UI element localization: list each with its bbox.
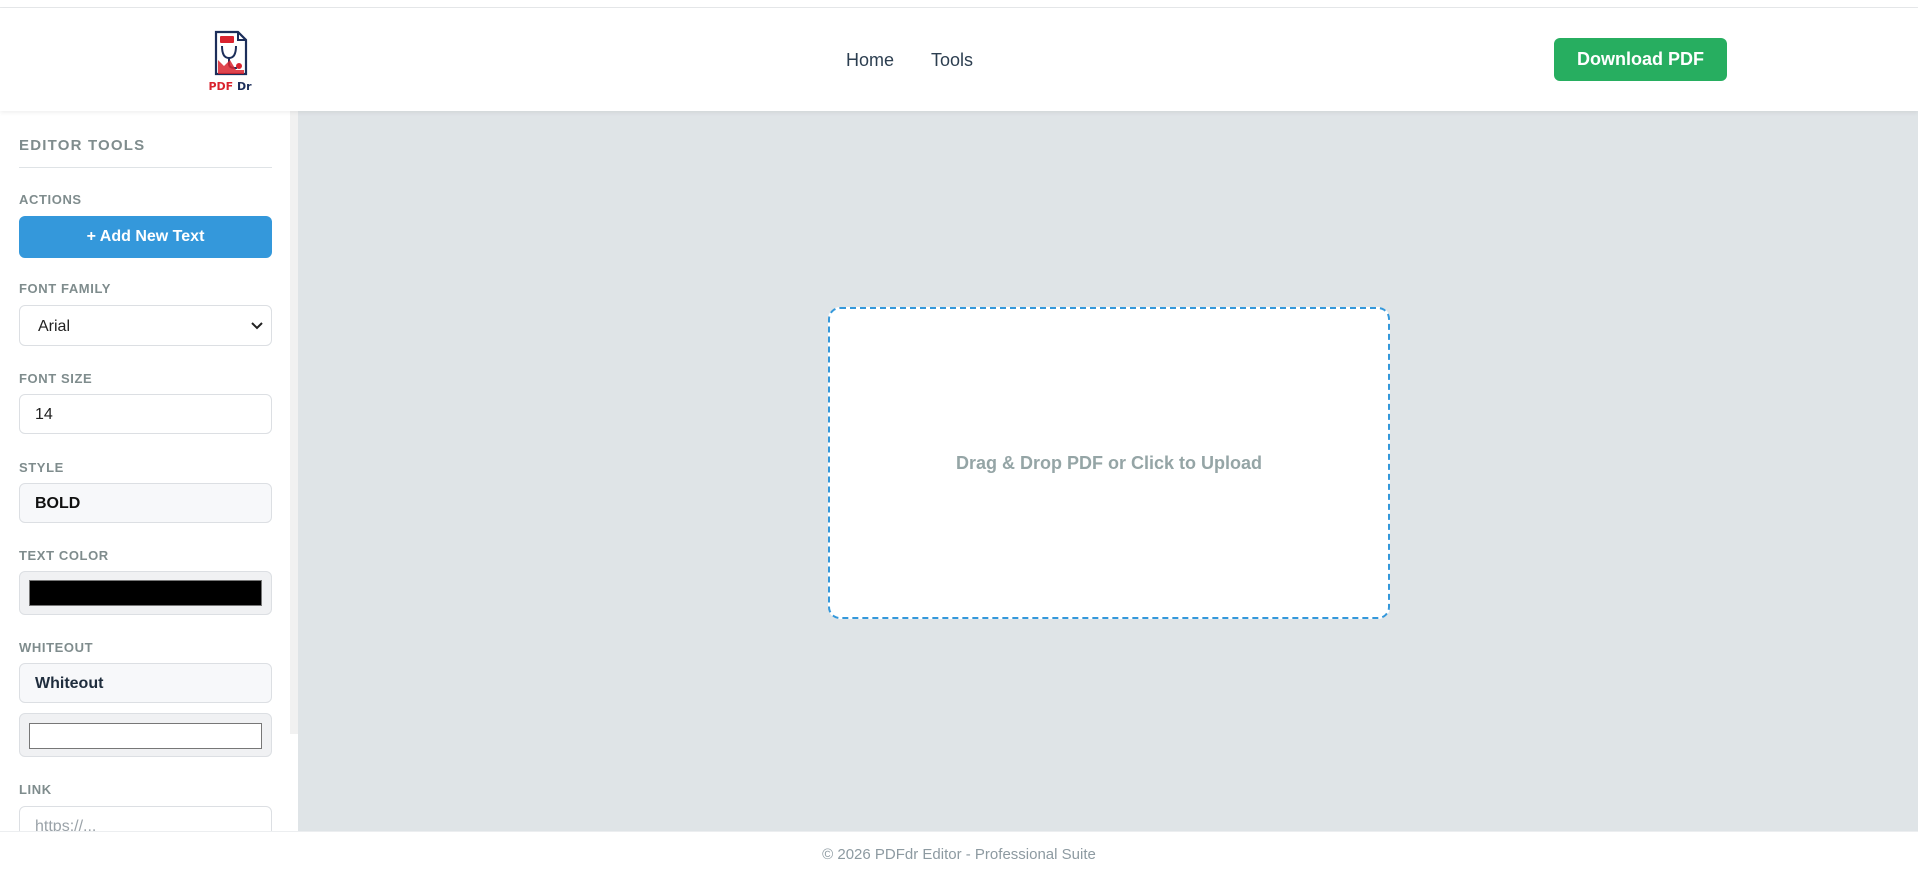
whiteout-button-text: Whiteout (35, 675, 104, 692)
pdf-upload-dropzone[interactable]: Drag & Drop PDF or Click to Upload (828, 307, 1390, 619)
page-footer: © 2026 PDFdr Editor - Professional Suite (0, 831, 1918, 876)
font-family-select[interactable]: Arial (19, 305, 272, 346)
whiteout-color-picker[interactable] (19, 713, 272, 757)
text-color-picker[interactable] (19, 571, 272, 615)
logo-wordmark: PDF Dr (208, 80, 252, 93)
actions-label: ACTIONS (19, 192, 82, 207)
sidebar-scrollbar[interactable] (290, 111, 298, 734)
footer-copyright: © 2026 PDFdr Editor - Professional Suite (822, 846, 1096, 863)
whiteout-button[interactable]: Whiteout (19, 663, 272, 703)
style-label: STYLE (19, 460, 64, 475)
logo-text-dr: Dr (237, 80, 252, 93)
sidebar-divider (19, 167, 272, 168)
pdfdr-logo[interactable]: PDF Dr (208, 30, 252, 93)
font-family-label: FONT FAMILY (19, 281, 112, 296)
font-size-value: 14 (35, 406, 53, 423)
font-size-input[interactable]: 14 (19, 394, 272, 434)
sidebar-title: EDITOR TOOLS (19, 137, 146, 154)
editor-sidebar: EDITOR TOOLS ACTIONS + Add New Text FONT… (0, 111, 290, 831)
nav-tools-link[interactable]: Tools (931, 50, 973, 71)
font-size-label: FONT SIZE (19, 371, 93, 386)
pdf-doctor-logo-icon (214, 30, 248, 76)
font-family-value: Arial (38, 318, 71, 335)
chevron-down-icon (251, 322, 263, 330)
style-bold-text: BOLD (35, 495, 81, 512)
whiteout-color-swatch (29, 723, 262, 749)
add-new-text-button[interactable]: + Add New Text (19, 216, 272, 258)
text-color-label: TEXT COLOR (19, 548, 109, 563)
bold-style-button[interactable]: BOLD (19, 483, 272, 523)
nav-home-link[interactable]: Home (846, 50, 894, 71)
link-url-input[interactable]: https://... (19, 806, 272, 831)
main-nav: Home Tools (846, 50, 973, 71)
whiteout-label: WHITEOUT (19, 640, 94, 655)
link-label: LINK (19, 782, 52, 797)
link-url-placeholder: https://... (35, 818, 97, 831)
dropzone-text: Drag & Drop PDF or Click to Upload (955, 452, 1263, 473)
download-pdf-button[interactable]: Download PDF (1554, 38, 1727, 81)
text-color-swatch (29, 580, 262, 606)
app-header: PDF Dr Home Tools Download PDF (0, 8, 1918, 111)
logo-text-pdf: PDF (208, 80, 234, 93)
